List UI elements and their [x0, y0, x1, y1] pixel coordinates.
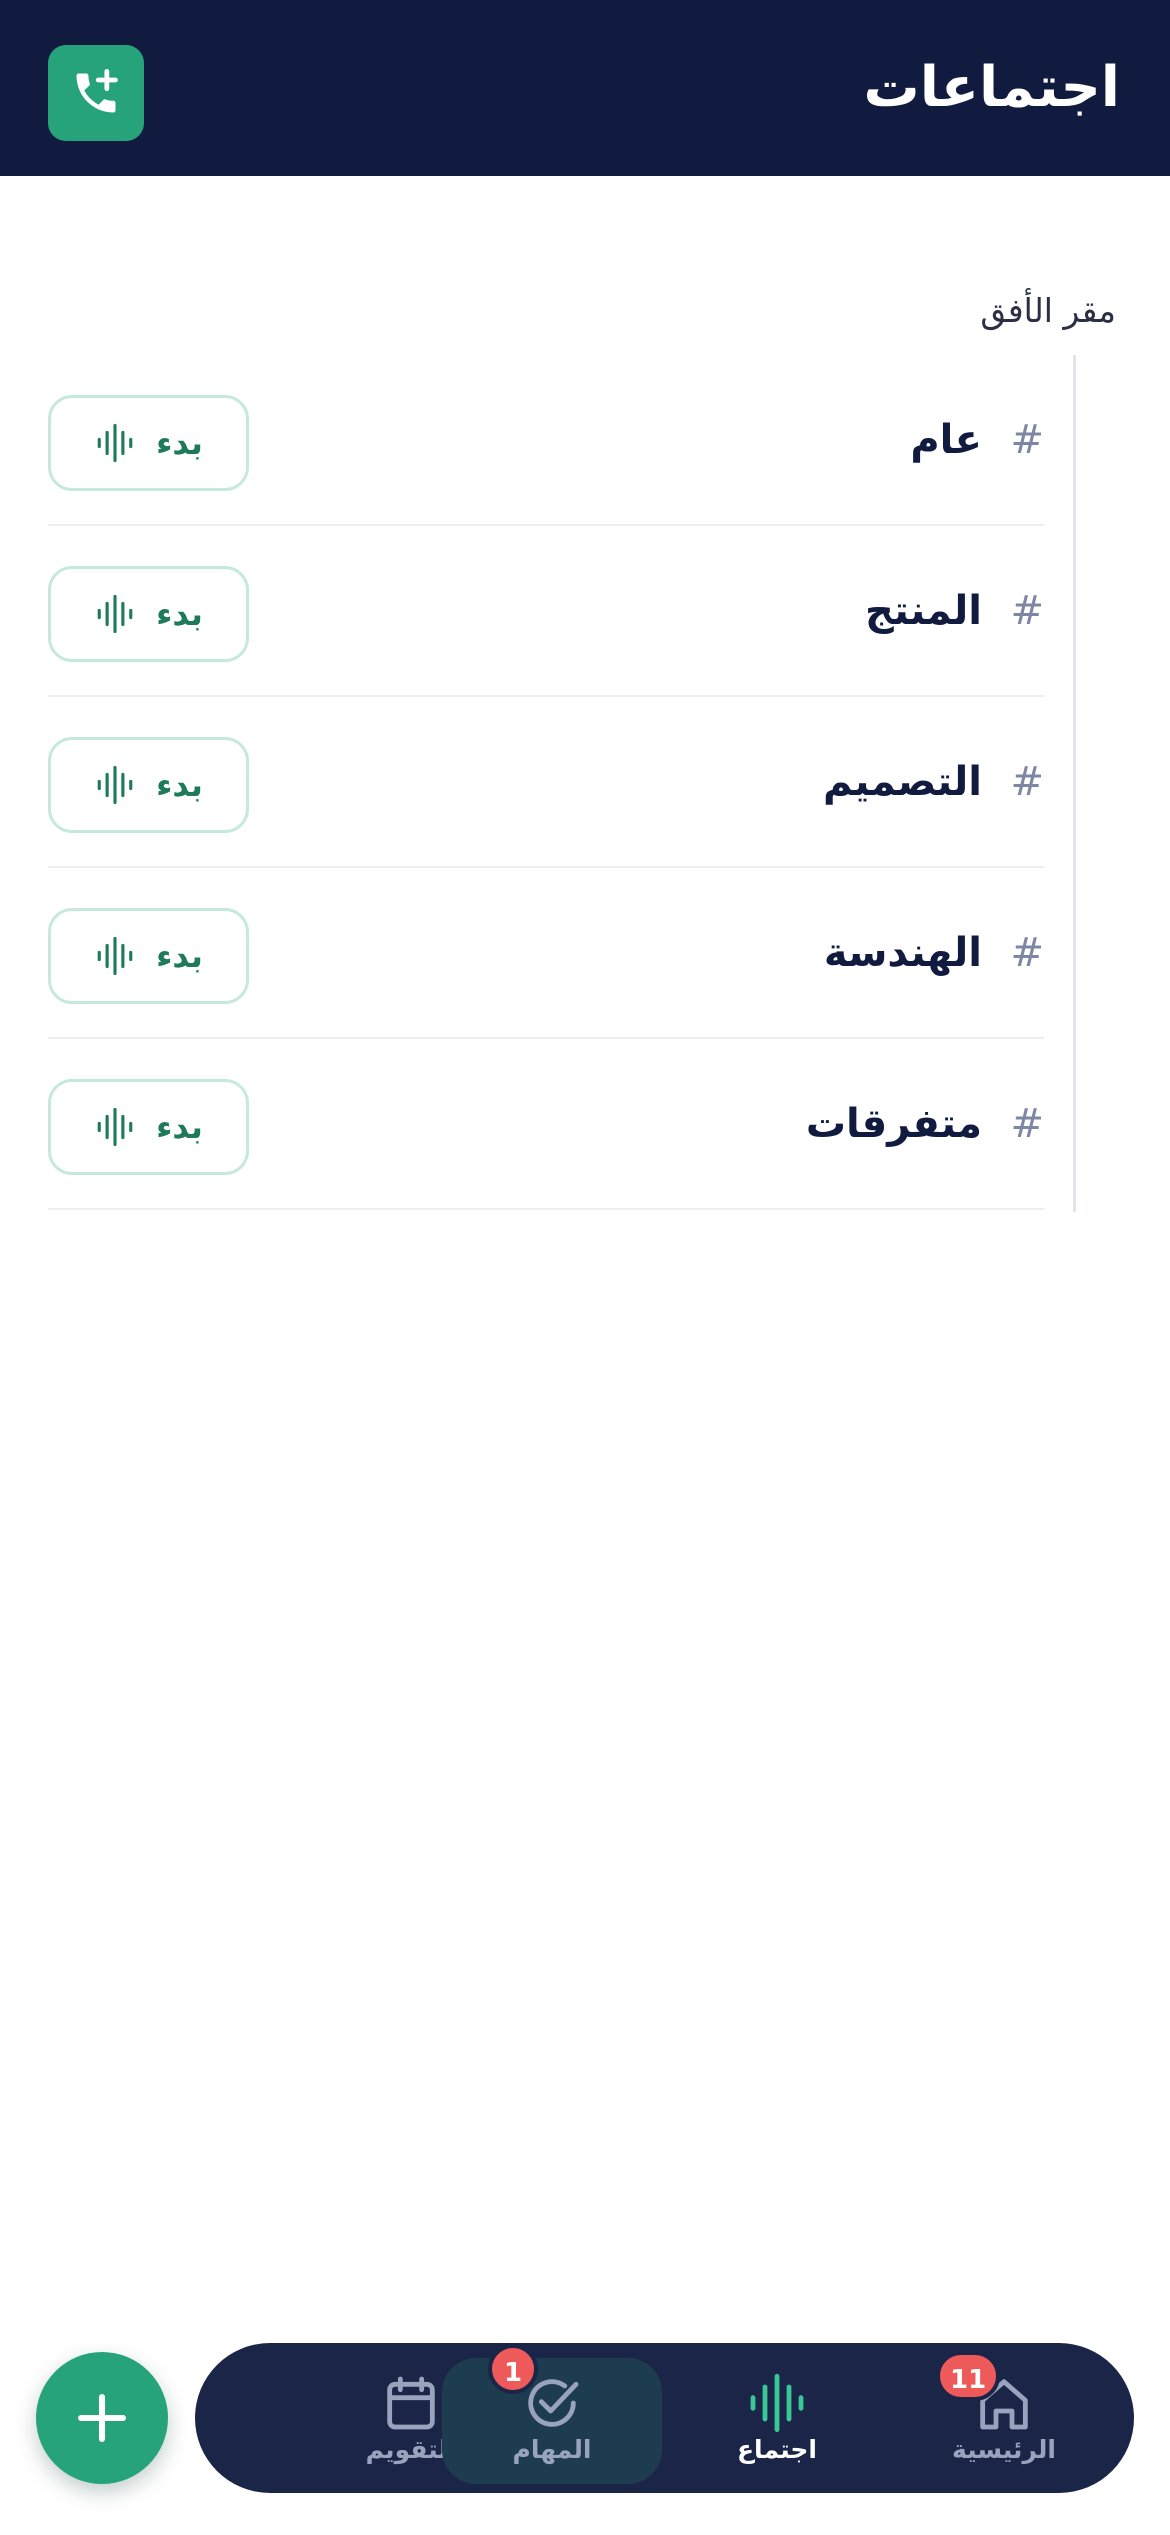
waveform-icon: [97, 765, 133, 805]
tasks-badge: 1: [488, 2344, 538, 2394]
start-meeting-button[interactable]: بدء: [48, 737, 249, 833]
start-meeting-button[interactable]: بدء: [48, 395, 249, 491]
channel-name: التصميم: [823, 759, 982, 805]
hash-icon: #: [1010, 930, 1044, 976]
hash-icon: #: [1010, 417, 1044, 463]
waveform-icon: [97, 594, 133, 634]
channel-row[interactable]: # الهندسة بدء: [48, 868, 1044, 1039]
calendar-icon: [387, 2376, 435, 2430]
start-button-label: بدء: [156, 1108, 203, 1146]
tree-divider: [1073, 355, 1076, 1212]
workspace-name: مقر الأفق: [980, 291, 1116, 330]
channel-row[interactable]: # متفرقات بدء: [48, 1039, 1044, 1210]
new-meeting-fab[interactable]: [36, 2352, 168, 2484]
channel-row[interactable]: # عام بدء: [48, 355, 1044, 526]
start-meeting-button[interactable]: بدء: [48, 1079, 249, 1175]
nav-home[interactable]: الرئيسية 11: [894, 2343, 1114, 2493]
channel-name: الهندسة: [823, 930, 982, 976]
waveform-icon: [97, 1107, 133, 1147]
waveform-icon: [97, 936, 133, 976]
add-call-button[interactable]: [48, 45, 144, 141]
channel-row[interactable]: # المنتج بدء: [48, 526, 1044, 697]
app-header: اجتماعات: [0, 0, 1170, 176]
hash-icon: #: [1010, 588, 1044, 634]
channel-name: عام: [910, 417, 982, 463]
nav-meeting-label: اجتماع: [736, 2435, 818, 2464]
nav-home-label: الرئيسية: [952, 2435, 1056, 2464]
start-meeting-button[interactable]: بدء: [48, 908, 249, 1004]
start-button-label: بدء: [156, 595, 203, 633]
plus-icon: [77, 2393, 127, 2443]
waveform-icon: [97, 423, 133, 463]
start-button-label: بدء: [156, 937, 203, 975]
nav-tasks[interactable]: المهام 1: [442, 2344, 662, 2484]
channel-name: متفرقات: [805, 1101, 982, 1147]
bottom-nav: التقويم المهام 1 اجتماع الرئيسية 11: [195, 2343, 1134, 2493]
nav-meeting[interactable]: اجتماع: [667, 2343, 887, 2493]
waveform-icon: [750, 2373, 804, 2433]
page-title: اجتماعات: [863, 55, 1120, 120]
start-button-label: بدء: [156, 766, 203, 804]
start-button-label: بدء: [156, 424, 203, 462]
nav-tasks-label: المهام: [512, 2435, 592, 2464]
home-badge: 11: [936, 2351, 1001, 2401]
channel-name: المنتج: [864, 588, 982, 634]
hash-icon: #: [1010, 1101, 1044, 1147]
hash-icon: #: [1010, 759, 1044, 805]
channel-row[interactable]: # التصميم بدء: [48, 697, 1044, 868]
start-meeting-button[interactable]: بدء: [48, 566, 249, 662]
phone-plus-icon: [76, 68, 118, 113]
